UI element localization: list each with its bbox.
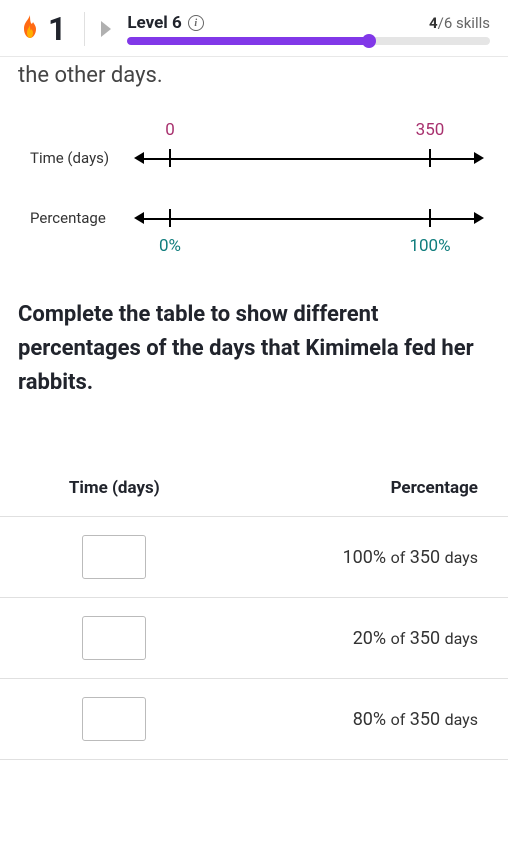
arrow-left-icon [134, 212, 144, 224]
pct-cell: 100% of 350 days [229, 517, 508, 597]
table-row: 20% of 350 days [0, 598, 508, 679]
nline-label-time: Time (days) [30, 149, 109, 167]
header-bar: 1 Level 6 i 4/6 skills [0, 0, 508, 57]
previous-text-fragment: the other days. [0, 57, 508, 98]
table-row: 100% of 350 days [0, 517, 508, 598]
table-row: 80% of 350 days [0, 679, 508, 760]
divider [84, 12, 85, 46]
tick-start [169, 149, 171, 167]
streak-count: 1 [48, 10, 66, 48]
nline-value: 100% [409, 236, 450, 256]
time-input-0[interactable] [82, 535, 146, 579]
header-time: Time (days) [0, 460, 229, 516]
level-block: Level 6 i 4/6 skills [127, 13, 490, 45]
progress-handle [362, 34, 376, 48]
play-button[interactable] [99, 20, 113, 38]
question-prompt: Complete the table to show different per… [0, 258, 508, 420]
nline-axis [140, 158, 478, 160]
progress-fill [127, 37, 369, 45]
time-input-1[interactable] [82, 616, 146, 660]
number-line-diagram: Time (days) 0 350 Percentage 0% 100% [0, 98, 508, 258]
progress-bar [127, 37, 490, 45]
tick-end [429, 149, 431, 167]
time-input-2[interactable] [82, 697, 146, 741]
level-label: Level 6 i [127, 13, 203, 33]
number-line-time: Time (days) 0 350 [30, 148, 478, 168]
arrow-left-icon [134, 152, 144, 164]
streak-indicator: 1 [18, 10, 66, 48]
arrow-right-icon [474, 212, 484, 224]
header-pct: Percentage [229, 460, 508, 516]
tick-end [429, 209, 431, 227]
nline-axis [140, 218, 478, 220]
nline-value: 0 [165, 120, 175, 140]
nline-value: 0% [159, 236, 181, 256]
nline-label-pct: Percentage [30, 209, 106, 227]
skills-count: 4/6 skills [429, 14, 490, 32]
arrow-right-icon [474, 152, 484, 164]
answer-table: Time (days) Percentage 100% of 350 days … [0, 460, 508, 760]
pct-cell: 20% of 350 days [229, 598, 508, 678]
fire-icon [18, 13, 42, 45]
pct-cell: 80% of 350 days [229, 679, 508, 759]
info-icon[interactable]: i [188, 15, 204, 31]
tick-start [169, 209, 171, 227]
table-header: Time (days) Percentage [0, 460, 508, 517]
number-line-percentage: Percentage 0% 100% [30, 208, 478, 228]
nline-value: 350 [416, 120, 445, 140]
